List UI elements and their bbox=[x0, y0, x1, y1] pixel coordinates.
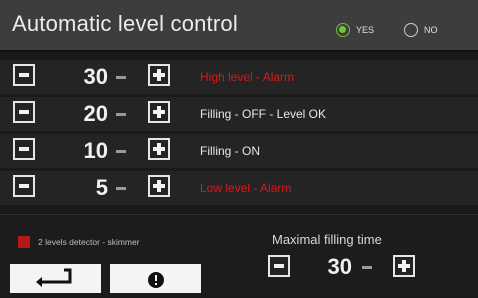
minus-icon bbox=[19, 184, 29, 188]
radio-no-label: NO bbox=[424, 25, 438, 35]
max-filling-label: Maximal filling time bbox=[272, 232, 382, 247]
unit-dash bbox=[116, 76, 126, 79]
increase-button[interactable] bbox=[148, 101, 170, 123]
header-bar: Automatic level control YES NO bbox=[0, 0, 478, 52]
return-arrow-icon bbox=[36, 268, 72, 287]
unit-dash bbox=[116, 187, 126, 190]
level-description: High level - Alarm bbox=[200, 70, 295, 84]
max-filling-decrease-button[interactable] bbox=[268, 255, 290, 277]
unit-dash bbox=[116, 113, 126, 116]
minus-icon bbox=[19, 73, 29, 77]
level-row-filling-on: 10 Filling - ON bbox=[0, 134, 478, 168]
level-value: 30 bbox=[83, 64, 108, 89]
level-value: 5 bbox=[95, 175, 108, 200]
radio-no[interactable]: NO bbox=[404, 23, 438, 37]
radio-yes-label: YES bbox=[356, 25, 375, 35]
radio-unselected-icon bbox=[404, 23, 418, 37]
level-row-low-alarm: 5 Low level - Alarm bbox=[0, 171, 478, 205]
increase-button[interactable] bbox=[148, 138, 170, 160]
detector-label: 2 levels detector - skimmer bbox=[38, 237, 140, 247]
screen: Automatic level control YES NO 30 High l… bbox=[0, 0, 478, 294]
decrease-button[interactable] bbox=[13, 64, 35, 86]
level-description: Filling - ON bbox=[200, 144, 261, 158]
detector-checkbox[interactable] bbox=[18, 236, 30, 248]
level-value: 10 bbox=[83, 138, 108, 163]
back-button[interactable] bbox=[10, 264, 101, 293]
decrease-button[interactable] bbox=[13, 101, 35, 123]
radio-yes[interactable]: YES bbox=[336, 23, 374, 37]
max-filling-increase-button[interactable] bbox=[393, 255, 415, 277]
unit-dash bbox=[362, 266, 372, 269]
max-filling-value: 30 bbox=[327, 254, 352, 279]
increase-button[interactable] bbox=[148, 64, 170, 86]
minus-icon bbox=[274, 264, 284, 268]
level-row-high-alarm: 30 High level - Alarm bbox=[0, 60, 478, 94]
level-list: 30 High level - Alarm 20 Filling - OFF -… bbox=[0, 60, 478, 208]
increase-button[interactable] bbox=[148, 175, 170, 197]
level-row-filling-off: 20 Filling - OFF - Level OK bbox=[0, 97, 478, 131]
minus-icon bbox=[19, 110, 29, 114]
info-button[interactable] bbox=[110, 264, 201, 293]
minus-icon bbox=[19, 147, 29, 151]
info-icon bbox=[148, 272, 164, 288]
page-title: Automatic level control bbox=[12, 11, 238, 36]
radio-selected-icon bbox=[336, 23, 350, 37]
level-value: 20 bbox=[83, 101, 108, 126]
decrease-button[interactable] bbox=[13, 138, 35, 160]
level-description: Low level - Alarm bbox=[200, 181, 292, 195]
unit-dash bbox=[116, 150, 126, 153]
level-description: Filling - OFF - Level OK bbox=[200, 107, 327, 121]
decrease-button[interactable] bbox=[13, 175, 35, 197]
